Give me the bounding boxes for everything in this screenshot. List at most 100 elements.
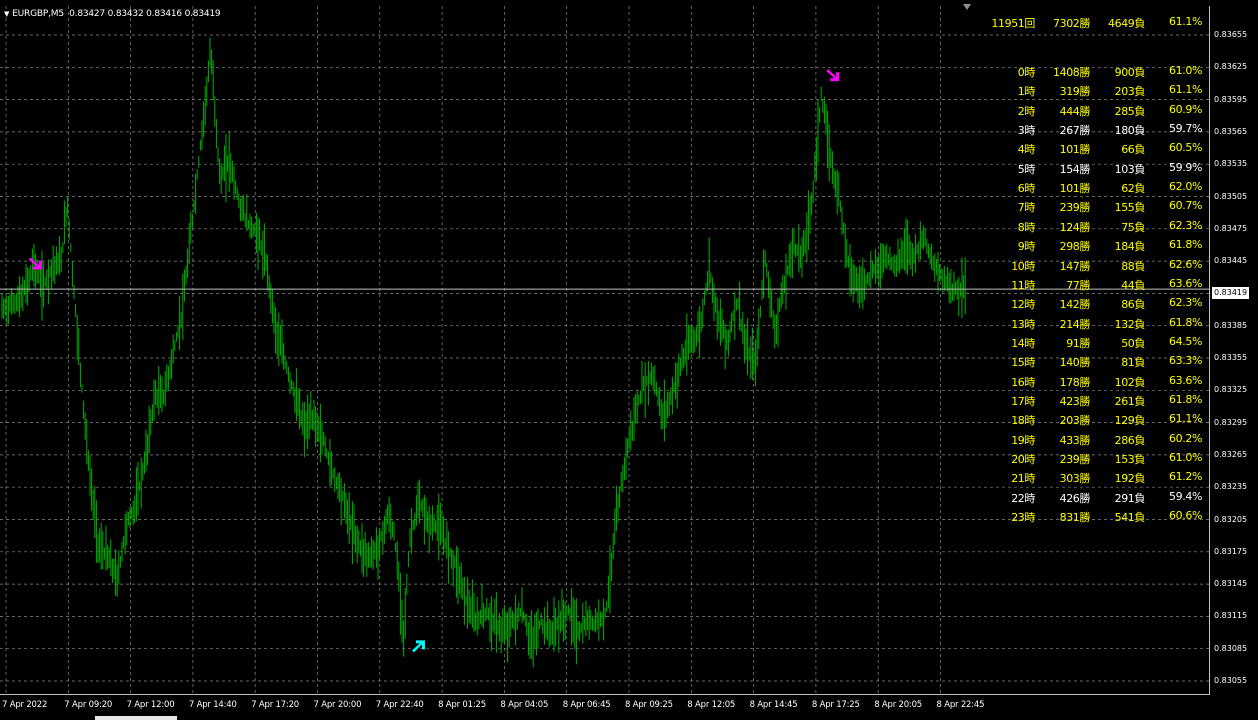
stats-cell: 7時 (1017, 201, 1036, 215)
stats-cell: 154勝 (1059, 162, 1091, 176)
stats-cell: 142勝 (1059, 298, 1091, 312)
stats-cell: 61.8% (1169, 315, 1202, 329)
stats-cell: 22時 (1011, 491, 1035, 505)
stats-cell: 60.6% (1169, 509, 1202, 523)
stats-cell: 132負 (1114, 317, 1146, 331)
stats-hour-row: 0時 1408勝 900負 61.0% (0, 64, 1258, 79)
stats-cell: 62.3% (1169, 218, 1202, 232)
stats-cell: 62.6% (1169, 257, 1202, 271)
stats-cell: 303勝 (1059, 472, 1091, 486)
stats-cell: 61.8% (1169, 238, 1202, 252)
stats-cell: 140勝 (1059, 356, 1091, 370)
stats-cell: 129負 (1114, 414, 1146, 428)
stats-hour-row: 20時 239勝 153負 61.0% (0, 451, 1258, 466)
stats-cell: 102負 (1114, 375, 1146, 389)
stats-cell: 147勝 (1059, 259, 1091, 273)
stats-cell: 21時 (1011, 472, 1035, 486)
stats-cell: 214勝 (1059, 317, 1091, 331)
stats-cell: 62.3% (1169, 296, 1202, 310)
stats-hour-row: 7時 239勝 155負 60.7% (0, 199, 1258, 215)
stats-hour-row: 8時 124勝 75負 62.3% (0, 218, 1258, 234)
stats-hour-row: 9時 298勝 184負 61.8% (0, 238, 1258, 254)
stats-cell: 60.5% (1169, 141, 1202, 155)
stats-cell: 63.3% (1169, 354, 1202, 368)
stats-cell: 124勝 (1059, 220, 1091, 234)
stats-cell: 298勝 (1059, 240, 1091, 254)
stats-cell: 831勝 (1059, 511, 1091, 525)
stats-cell: 291負 (1114, 491, 1146, 505)
stats-hour-row: 17時 423勝 261負 61.8% (0, 392, 1258, 408)
stats-cell: 62負 (1121, 182, 1145, 196)
stats-cell: 18時 (1011, 414, 1035, 428)
stats-cell: 66負 (1121, 143, 1145, 157)
stats-cell: 0時 (1017, 66, 1036, 79)
stats-cell: 77勝 (1066, 278, 1090, 292)
stats-hour-row: 21時 303勝 192負 61.2% (0, 470, 1258, 486)
stats-cell: 319勝 (1059, 85, 1091, 99)
stats-cell: 63.6% (1169, 373, 1202, 387)
stats-cell: 61.1% (1169, 15, 1202, 28)
stats-cell: 62.0% (1169, 180, 1202, 194)
stats-hour-row: 11時 77勝 44負 63.6% (0, 276, 1258, 292)
stats-cell: 86負 (1121, 298, 1145, 312)
stats-summary-row: 11951回 7302勝 4649負 61.1% (0, 15, 1258, 30)
stats-cell: 10時 (1011, 259, 1035, 273)
stats-cell: 444勝 (1059, 104, 1091, 118)
stats-cell: 2時 (1017, 104, 1036, 118)
win-loss-stats-panel: 11951回 7302勝 4649負 61.1% 0時 1408勝 900負 61.0% 1時 3… (0, 0, 1258, 720)
stats-hour-row: 10時 147勝 88負 62.6% (0, 257, 1258, 273)
stats-cell: 184負 (1114, 240, 1146, 254)
stats-cell: 64.5% (1169, 334, 1202, 348)
stats-cell: 15時 (1011, 356, 1035, 370)
stats-cell: 13時 (1011, 317, 1035, 331)
stats-cell: 63.6% (1169, 276, 1202, 290)
stats-cell: 44負 (1121, 278, 1145, 292)
stats-cell: 180負 (1114, 124, 1146, 138)
stats-cell: 61.0% (1169, 64, 1202, 77)
stats-cell: 267勝 (1059, 124, 1091, 138)
stats-cell: 12時 (1011, 298, 1035, 312)
stats-hour-row: 5時 154勝 103負 59.9% (0, 161, 1258, 176)
stats-cell: 286負 (1114, 433, 1146, 447)
stats-hour-row: 4時 101勝 66負 60.5% (0, 141, 1258, 157)
chart-window[interactable]: ▼ EURGBP,M5 0.83427 0.83432 0.83416 0.834… (0, 0, 1258, 720)
stats-cell: 75負 (1121, 220, 1145, 234)
stats-cell: 239勝 (1059, 453, 1091, 466)
stats-cell: 1408勝 (1053, 66, 1090, 79)
stats-hour-row: 14時 91勝 50負 64.5% (0, 334, 1258, 350)
stats-hour-row: 18時 203勝 129負 61.1% (0, 412, 1258, 428)
stats-cell: 11951回 (991, 17, 1035, 30)
stats-cell: 9時 (1017, 240, 1036, 254)
stats-hour-row: 12時 142勝 86負 62.3% (0, 296, 1258, 312)
stats-cell: 17時 (1011, 394, 1035, 408)
stats-cell: 7302勝 (1053, 17, 1090, 30)
stats-cell: 423勝 (1059, 394, 1091, 408)
stats-cell: 61.8% (1169, 392, 1202, 406)
stats-hour-row: 6時 101勝 62負 62.0% (0, 180, 1258, 196)
stats-cell: 88負 (1121, 259, 1145, 273)
chart-tab[interactable] (95, 716, 177, 720)
stats-cell: 155負 (1114, 201, 1146, 215)
stats-cell: 101勝 (1059, 182, 1091, 196)
stats-hour-row: 19時 433勝 286負 60.2% (0, 431, 1258, 447)
stats-cell: 541負 (1114, 511, 1146, 525)
stats-cell: 16時 (1011, 375, 1035, 389)
stats-hour-row: 13時 214勝 132負 61.8% (0, 315, 1258, 331)
stats-cell: 203勝 (1059, 414, 1091, 428)
stats-cell: 261負 (1114, 394, 1146, 408)
stats-cell: 239勝 (1059, 201, 1091, 215)
stats-hour-row: 15時 140勝 81負 63.3% (0, 354, 1258, 370)
stats-cell: 23時 (1011, 511, 1035, 525)
stats-cell: 91勝 (1066, 336, 1090, 350)
stats-cell: 59.4% (1169, 489, 1202, 503)
stats-cell: 6時 (1017, 182, 1036, 196)
stats-cell: 285負 (1114, 104, 1146, 118)
stats-cell: 60.2% (1169, 431, 1202, 445)
stats-hour-row: 16時 178勝 102負 63.6% (0, 373, 1258, 389)
stats-cell: 103負 (1114, 162, 1146, 176)
stats-cell: 203負 (1114, 85, 1146, 99)
stats-hour-row: 23時 831勝 541負 60.6% (0, 509, 1258, 525)
stats-cell: 20時 (1011, 453, 1035, 466)
stats-cell: 59.7% (1169, 122, 1202, 136)
stats-cell: 60.9% (1169, 102, 1202, 116)
